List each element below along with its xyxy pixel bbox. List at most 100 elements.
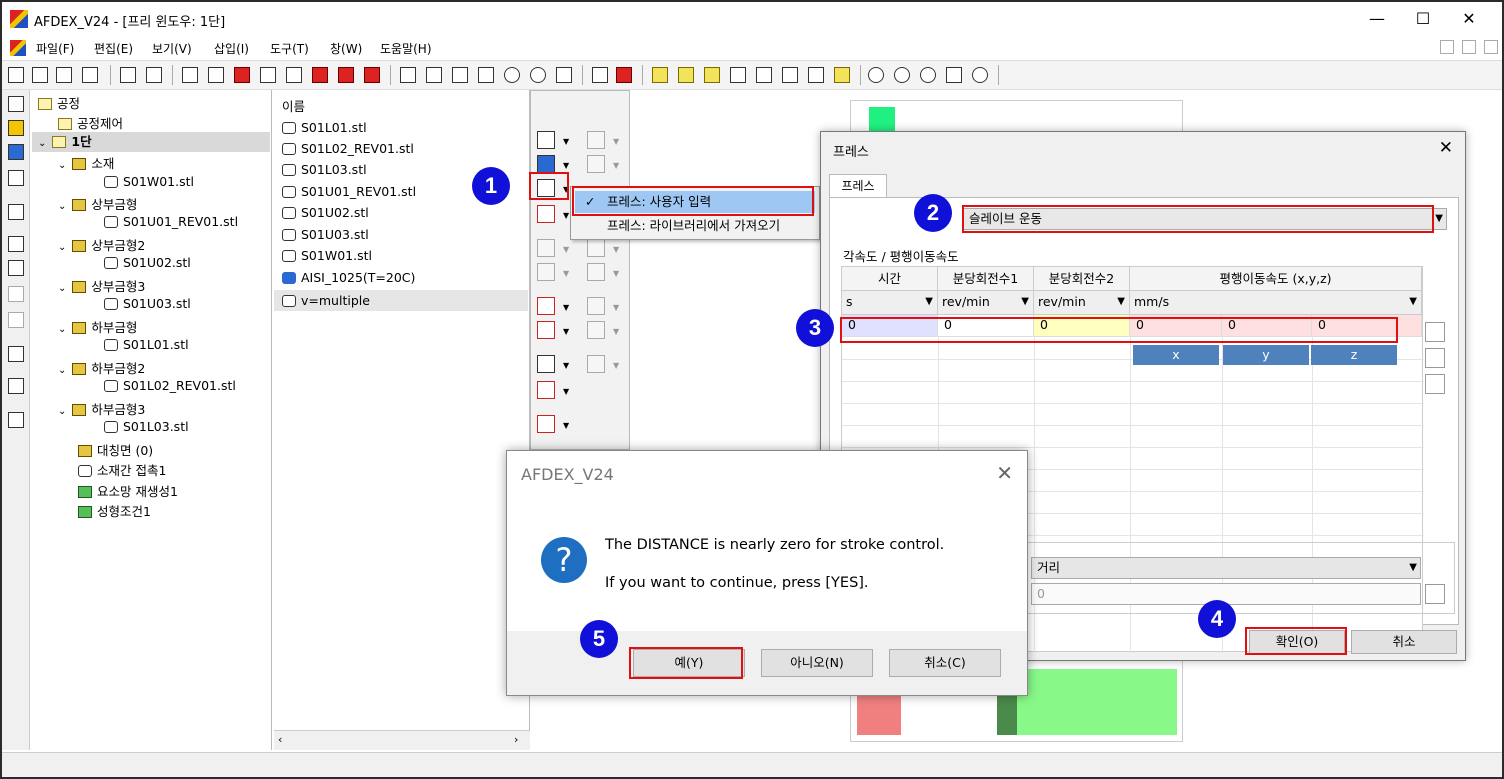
- chevron-down-icon[interactable]: ⌄: [58, 201, 66, 212]
- tree-node-file[interactable]: S01L01.stl: [104, 337, 189, 352]
- tree-node-remesh[interactable]: 요소망 재생성1: [78, 481, 178, 500]
- tree-node-material[interactable]: ⌄ 소재: [58, 153, 114, 172]
- delete-row-icon[interactable]: [1425, 348, 1445, 368]
- condition-tool-icon[interactable]: [537, 381, 555, 399]
- export-icon[interactable]: [146, 67, 162, 83]
- hidden-line-icon[interactable]: [782, 67, 798, 83]
- disabled-tool-icon[interactable]: [587, 155, 605, 173]
- chevron-down-icon[interactable]: ⌄: [58, 160, 66, 171]
- tree-node-process-control[interactable]: 공정제어: [58, 113, 123, 132]
- mdi-restore-button[interactable]: [1462, 40, 1476, 54]
- menu-edit[interactable]: 편집(E): [94, 40, 133, 57]
- import-icon[interactable]: [120, 67, 136, 83]
- tree-node-upper1[interactable]: ⌄ 상부금형: [58, 194, 137, 213]
- tree-node-lower2[interactable]: ⌄ 하부금형2: [58, 358, 145, 377]
- column-header-rpm2[interactable]: 분당회전수2: [1034, 267, 1130, 291]
- file-item[interactable]: S01L02_REV01.stl: [282, 141, 414, 156]
- tree-node-upper3[interactable]: ⌄ 상부금형3: [58, 276, 145, 295]
- unit-select-rpm1[interactable]: rev/min ▼: [938, 291, 1034, 315]
- tree-node-file[interactable]: S01U01_REV01.stl: [104, 214, 238, 229]
- disabled-tool-icon[interactable]: [537, 239, 555, 257]
- column-header-rpm1[interactable]: 분당회전수1: [938, 267, 1034, 291]
- stroke-tool-icon[interactable]: [537, 355, 555, 373]
- disabled-tool-icon[interactable]: [587, 131, 605, 149]
- close-icon[interactable]: ✕: [996, 461, 1013, 485]
- solid-icon[interactable]: [652, 67, 668, 83]
- append-row-icon[interactable]: [1425, 374, 1445, 394]
- disabled-tool-icon[interactable]: [587, 321, 605, 339]
- chevron-down-icon[interactable]: ⌄: [58, 406, 66, 417]
- monitor-icon[interactable]: [8, 170, 24, 186]
- file-item[interactable]: AISI_1025(T=20C): [282, 270, 415, 285]
- tree-view-icon[interactable]: [8, 96, 24, 112]
- file-item[interactable]: S01L03.stl: [282, 162, 367, 177]
- cube-icon[interactable]: [8, 286, 24, 302]
- chevron-down-icon[interactable]: ⌄: [58, 365, 66, 376]
- tree-node-file[interactable]: S01U02.stl: [104, 255, 191, 270]
- pick-icon[interactable]: [1425, 584, 1445, 604]
- chevron-down-icon[interactable]: ⌄: [38, 138, 46, 149]
- view-right-icon[interactable]: [260, 67, 276, 83]
- view-iso-icon[interactable]: [338, 67, 354, 83]
- close-button[interactable]: ✕: [1446, 6, 1492, 32]
- boundary-tool-icon[interactable]: [537, 205, 555, 223]
- cell-vy[interactable]: 0: [1222, 315, 1312, 337]
- contact-tool-icon[interactable]: [537, 297, 555, 315]
- tree-node-upper2[interactable]: ⌄ 상부금형2: [58, 235, 145, 254]
- nodes-icon[interactable]: [8, 260, 24, 276]
- save-icon[interactable]: [82, 67, 98, 83]
- tree-node-file[interactable]: S01U03.stl: [104, 296, 191, 311]
- cell-rpm1[interactable]: 0: [938, 315, 1034, 337]
- open-folder-icon[interactable]: [56, 67, 72, 83]
- view-top-icon[interactable]: [286, 67, 302, 83]
- scroll-right-icon[interactable]: ›: [514, 733, 518, 746]
- close-icon[interactable]: ✕: [1439, 138, 1453, 158]
- chevron-down-icon[interactable]: ⌄: [58, 242, 66, 253]
- new-icon[interactable]: [8, 67, 24, 83]
- remesh-tool-icon[interactable]: [537, 321, 555, 339]
- column-header-time[interactable]: 시간: [842, 267, 938, 291]
- cell-vx[interactable]: 0: [1130, 315, 1222, 337]
- tree-node-file[interactable]: S01L03.stl: [104, 419, 189, 434]
- view-bottom-icon[interactable]: [312, 67, 328, 83]
- menu-item-press-library[interactable]: 프레스: 라이브러리에서 가져오기: [575, 215, 815, 237]
- tree-node-contact[interactable]: 소재간 접촉1: [78, 460, 166, 479]
- tab-press[interactable]: 프레스: [829, 174, 887, 198]
- disabled-tool-icon[interactable]: [537, 263, 555, 281]
- scroll-left-icon[interactable]: ‹: [278, 733, 282, 746]
- menu-help[interactable]: 도움말(H): [380, 40, 432, 57]
- settings-list-icon[interactable]: [8, 236, 24, 252]
- no-button[interactable]: 아니오(N): [761, 649, 873, 677]
- press-type-select[interactable]: 슬레이브 운동 ▼: [963, 208, 1447, 230]
- rotate-x-icon[interactable]: [400, 67, 416, 83]
- cancel-button[interactable]: 취소(C): [889, 649, 1001, 677]
- menu-view[interactable]: 보기(V): [152, 40, 192, 57]
- open-icon[interactable]: [32, 67, 48, 83]
- zoom-in-icon[interactable]: [894, 67, 910, 83]
- tree-node-file[interactable]: S01L02_REV01.stl: [104, 378, 236, 393]
- maximize-button[interactable]: ☐: [1400, 6, 1446, 32]
- mdi-minimize-button[interactable]: [1440, 40, 1454, 54]
- material-tool-icon[interactable]: [537, 131, 555, 149]
- ruler-icon[interactable]: [8, 346, 24, 362]
- view-front-icon[interactable]: [182, 67, 198, 83]
- measure-icon[interactable]: [8, 312, 24, 328]
- solid-edge-icon[interactable]: [678, 67, 694, 83]
- preprocess-icon[interactable]: [8, 120, 24, 136]
- cell-vz[interactable]: 0: [1312, 315, 1422, 337]
- unit-select-velocity[interactable]: mm/s ▼: [1130, 291, 1422, 315]
- file-item[interactable]: S01W01.stl: [282, 248, 372, 263]
- color-palette-icon[interactable]: [616, 67, 632, 83]
- timer-tool-icon[interactable]: [537, 415, 555, 433]
- menu-file[interactable]: 파일(F): [36, 40, 74, 57]
- zoom-window-icon[interactable]: [920, 67, 936, 83]
- postprocess-icon[interactable]: [8, 204, 24, 220]
- refresh-icon[interactable]: [808, 67, 824, 83]
- rotate-neg-icon[interactable]: [478, 67, 494, 83]
- property-tool-icon[interactable]: [537, 155, 555, 173]
- view-back-icon[interactable]: [208, 67, 224, 83]
- file-item-selected[interactable]: v=multiple: [274, 290, 528, 311]
- pick-icon[interactable]: [972, 67, 988, 83]
- menu-tools[interactable]: 도구(T): [270, 40, 309, 57]
- tree-node-process[interactable]: 공정: [38, 93, 80, 112]
